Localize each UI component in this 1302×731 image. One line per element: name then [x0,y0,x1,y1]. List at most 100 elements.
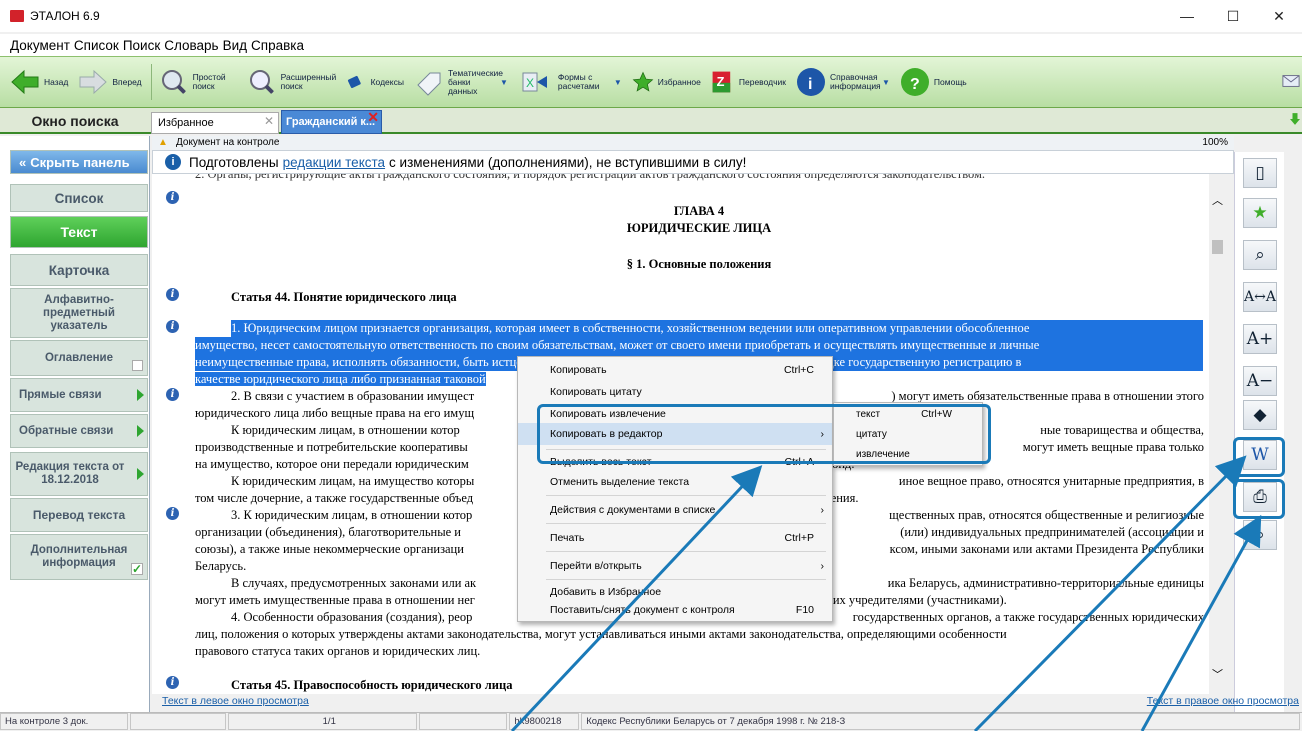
view-links: Текст в левое окно просмотра Текст в пра… [152,694,1302,708]
chevron-down-icon[interactable]: ▼ [500,78,508,87]
status-bar: На контроле 3 док. 1/1 hk9800218 Кодекс … [0,712,1302,731]
info-icon[interactable]: i [166,320,179,333]
checkbox-icon[interactable] [132,360,143,371]
menu-item-print[interactable]: Печать Ctrl+P [518,527,832,549]
chevron-down-icon[interactable]: ▼ [882,78,890,87]
chevron-right-icon: › [820,560,825,572]
app-icon [10,10,24,22]
menu-bar: Документ Список Поиск Словарь Вид Справк… [0,34,1302,56]
help-icon: ? [900,68,929,96]
info-icon[interactable]: i [166,191,179,204]
info-icon[interactable]: i [166,676,179,689]
font-increase-icon[interactable]: A+ [1243,324,1277,354]
close-icon[interactable]: ✕ [367,109,379,126]
help-button[interactable]: ? Помощь [896,62,971,102]
title-bar: ЭТАЛОН 6.9 — ☐ ✕ [0,0,1302,32]
menu-item-goto[interactable]: Перейти в/открыть › [518,555,832,577]
scroll-thumb[interactable] [1212,240,1223,254]
hide-panel-button[interactable]: « Скрыть панель [10,150,148,174]
edition-link[interactable]: редакции текста [283,155,385,170]
tab-civil-code[interactable]: Гражданский к... ✕ [281,109,382,134]
chevron-up-icon[interactable]: ︿ [1212,192,1223,208]
tab-row: Окно поиска Избранное ✕ Гражданский к...… [0,108,1302,134]
sidebar-item-direct-links[interactable]: Прямые связи [10,378,148,412]
info-icon: i [796,68,825,96]
forward-button[interactable]: Вперед [74,62,145,102]
magnifier-icon [161,70,188,96]
advanced-search-icon [249,70,276,96]
sidebar-item-card[interactable]: Карточка [10,254,148,286]
close-button[interactable]: ✕ [1256,0,1302,32]
magnifier-icon[interactable]: ⌕ [1243,240,1277,270]
maximize-button[interactable]: ☐ [1210,0,1256,32]
print-preview-icon[interactable]: ⌕ [1243,520,1277,550]
menu-search[interactable]: Поиск [123,38,160,53]
menu-list[interactable]: Список [74,38,119,53]
left-view-link[interactable]: Текст в левое окно просмотра [162,694,309,708]
back-button[interactable]: Назад [6,62,72,102]
advanced-search-button[interactable]: Расширенный поиск [243,62,341,102]
thematic-icon [417,72,441,96]
sidebar-item-additional[interactable]: Дополнительная информация ✓ [10,534,148,580]
chevron-down-icon[interactable]: ﹀ [1212,666,1223,682]
triangle-right-icon [137,425,144,437]
info-icon[interactable]: i [166,288,179,301]
font-decrease-icon[interactable]: A− [1243,366,1277,396]
page-number: 1/1 [227,713,418,730]
menu-item-list-actions[interactable]: Действия с документами в списке › [518,499,832,521]
menu-dictionary[interactable]: Словарь [164,38,218,53]
reference-button[interactable]: i Справочная информация ▼ [792,62,894,102]
chevron-down-icon[interactable]: ▼ [614,78,622,87]
close-icon[interactable]: ✕ [264,114,274,128]
svg-text:Z: Z [716,74,724,89]
sidebar-item-text[interactable]: Текст [10,216,148,248]
sidebar-item-alpha-index[interactable]: Алфавитно-предметный указатель [10,288,148,338]
vertical-scrollbar[interactable]: ︿ ﹀ [1209,174,1226,694]
arrow-down-icon[interactable] [1290,112,1300,126]
mail-icon[interactable] [1282,73,1300,89]
sidebar-item-edition[interactable]: Редакция текста от 18.12.2018 [10,452,148,496]
forms-button[interactable]: X Формы с расчетами ▼ [514,62,626,102]
menu-item-copy-quote[interactable]: Копировать цитату [518,381,832,403]
menu-item-toggle-control[interactable]: Поставить/снять документ с контроля F10 [518,599,832,621]
highlight-box [1233,479,1285,519]
info-bar: i Подготовлены редакции текста с изменен… [152,150,1234,174]
simple-search-button[interactable]: Простой поиск [155,62,241,102]
menu-help[interactable]: Справка [251,38,304,53]
document-code: hk9800218 [509,713,580,730]
eraser-icon[interactable]: ◆ [1243,400,1277,430]
sidebar-item-contents[interactable]: Оглавление [10,340,148,376]
codes-button[interactable]: Кодексы [343,62,408,102]
sidebar-item-reverse-links[interactable]: Обратные связи [10,414,148,448]
checkmark-icon: ✓ [131,562,143,576]
info-icon[interactable]: i [166,507,179,520]
tab-search-window[interactable]: Окно поиска [0,108,150,134]
favorites-button[interactable]: Избранное [628,62,705,102]
chevron-right-icon: › [820,504,825,516]
thematic-banks-button[interactable]: Тематические банки данных ▼ [410,62,512,102]
add-favorite-icon[interactable]: ★ [1243,198,1277,228]
tab-favorites[interactable]: Избранное ✕ [151,112,279,134]
toolbar: Назад Вперед Простой поиск Расширенный п… [0,56,1302,108]
bookmark-icon[interactable]: ▯ [1243,158,1277,188]
right-view-link[interactable]: Текст в правое окно просмотра [1147,694,1299,708]
info-icon: i [165,154,181,170]
highlight-box [537,404,991,464]
menu-view[interactable]: Вид [223,38,247,53]
menu-item-copy[interactable]: Копировать Ctrl+C [518,359,832,381]
svg-text:i: i [808,76,812,93]
translator-button[interactable]: Z Переводчик [707,62,790,102]
warning-icon: ▲ [158,137,168,148]
sidebar-item-list[interactable]: Список [10,184,148,212]
menu-document[interactable]: Документ [10,38,70,53]
window-title: ЭТАЛОН 6.9 [30,9,100,23]
arrow-right-icon [79,69,108,95]
info-icon[interactable]: i [166,388,179,401]
context-menu: Копировать Ctrl+C Копировать цитату Копир… [517,356,833,622]
font-size-icon[interactable]: A↔A [1243,282,1277,312]
control-count: На контроле 3 док. [0,713,128,730]
sidebar-item-translation[interactable]: Перевод текста [10,498,148,532]
triangle-right-icon [137,468,144,480]
minimize-button[interactable]: — [1164,0,1210,32]
menu-item-deselect[interactable]: Отменить выделение текста [518,471,832,493]
